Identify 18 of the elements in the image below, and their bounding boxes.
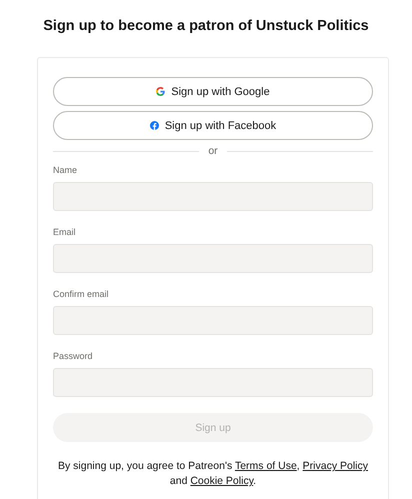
policy-link[interactable]: Terms of Use — [234, 460, 297, 472]
legal-text: By signing up, you agree to Patreon's Terms of Use, Privacy Policy and Cookie Policy. — [57, 459, 369, 489]
policy-link[interactable]: Privacy Policy — [302, 460, 368, 472]
input-field[interactable] — [53, 182, 373, 211]
input-field[interactable] — [53, 306, 373, 335]
policy-link[interactable]: Cookie Policy — [190, 475, 254, 487]
input-field[interactable] — [53, 244, 373, 273]
social-signup-button[interactable]: Sign up with Facebook — [53, 111, 373, 140]
facebook-icon — [150, 121, 159, 130]
social-signup-button[interactable]: Sign up with Google — [53, 77, 373, 106]
field-label: Confirm email — [53, 289, 110, 300]
field-label: Email — [53, 227, 77, 238]
field-label: Name — [53, 165, 78, 176]
field-label: Password — [53, 351, 94, 362]
page-title: Sign up to become a patron of Unstuck Politics — [42, 17, 370, 35]
divider-text: or — [208, 145, 218, 157]
input-field[interactable] — [53, 368, 373, 397]
google-icon — [156, 87, 166, 96]
